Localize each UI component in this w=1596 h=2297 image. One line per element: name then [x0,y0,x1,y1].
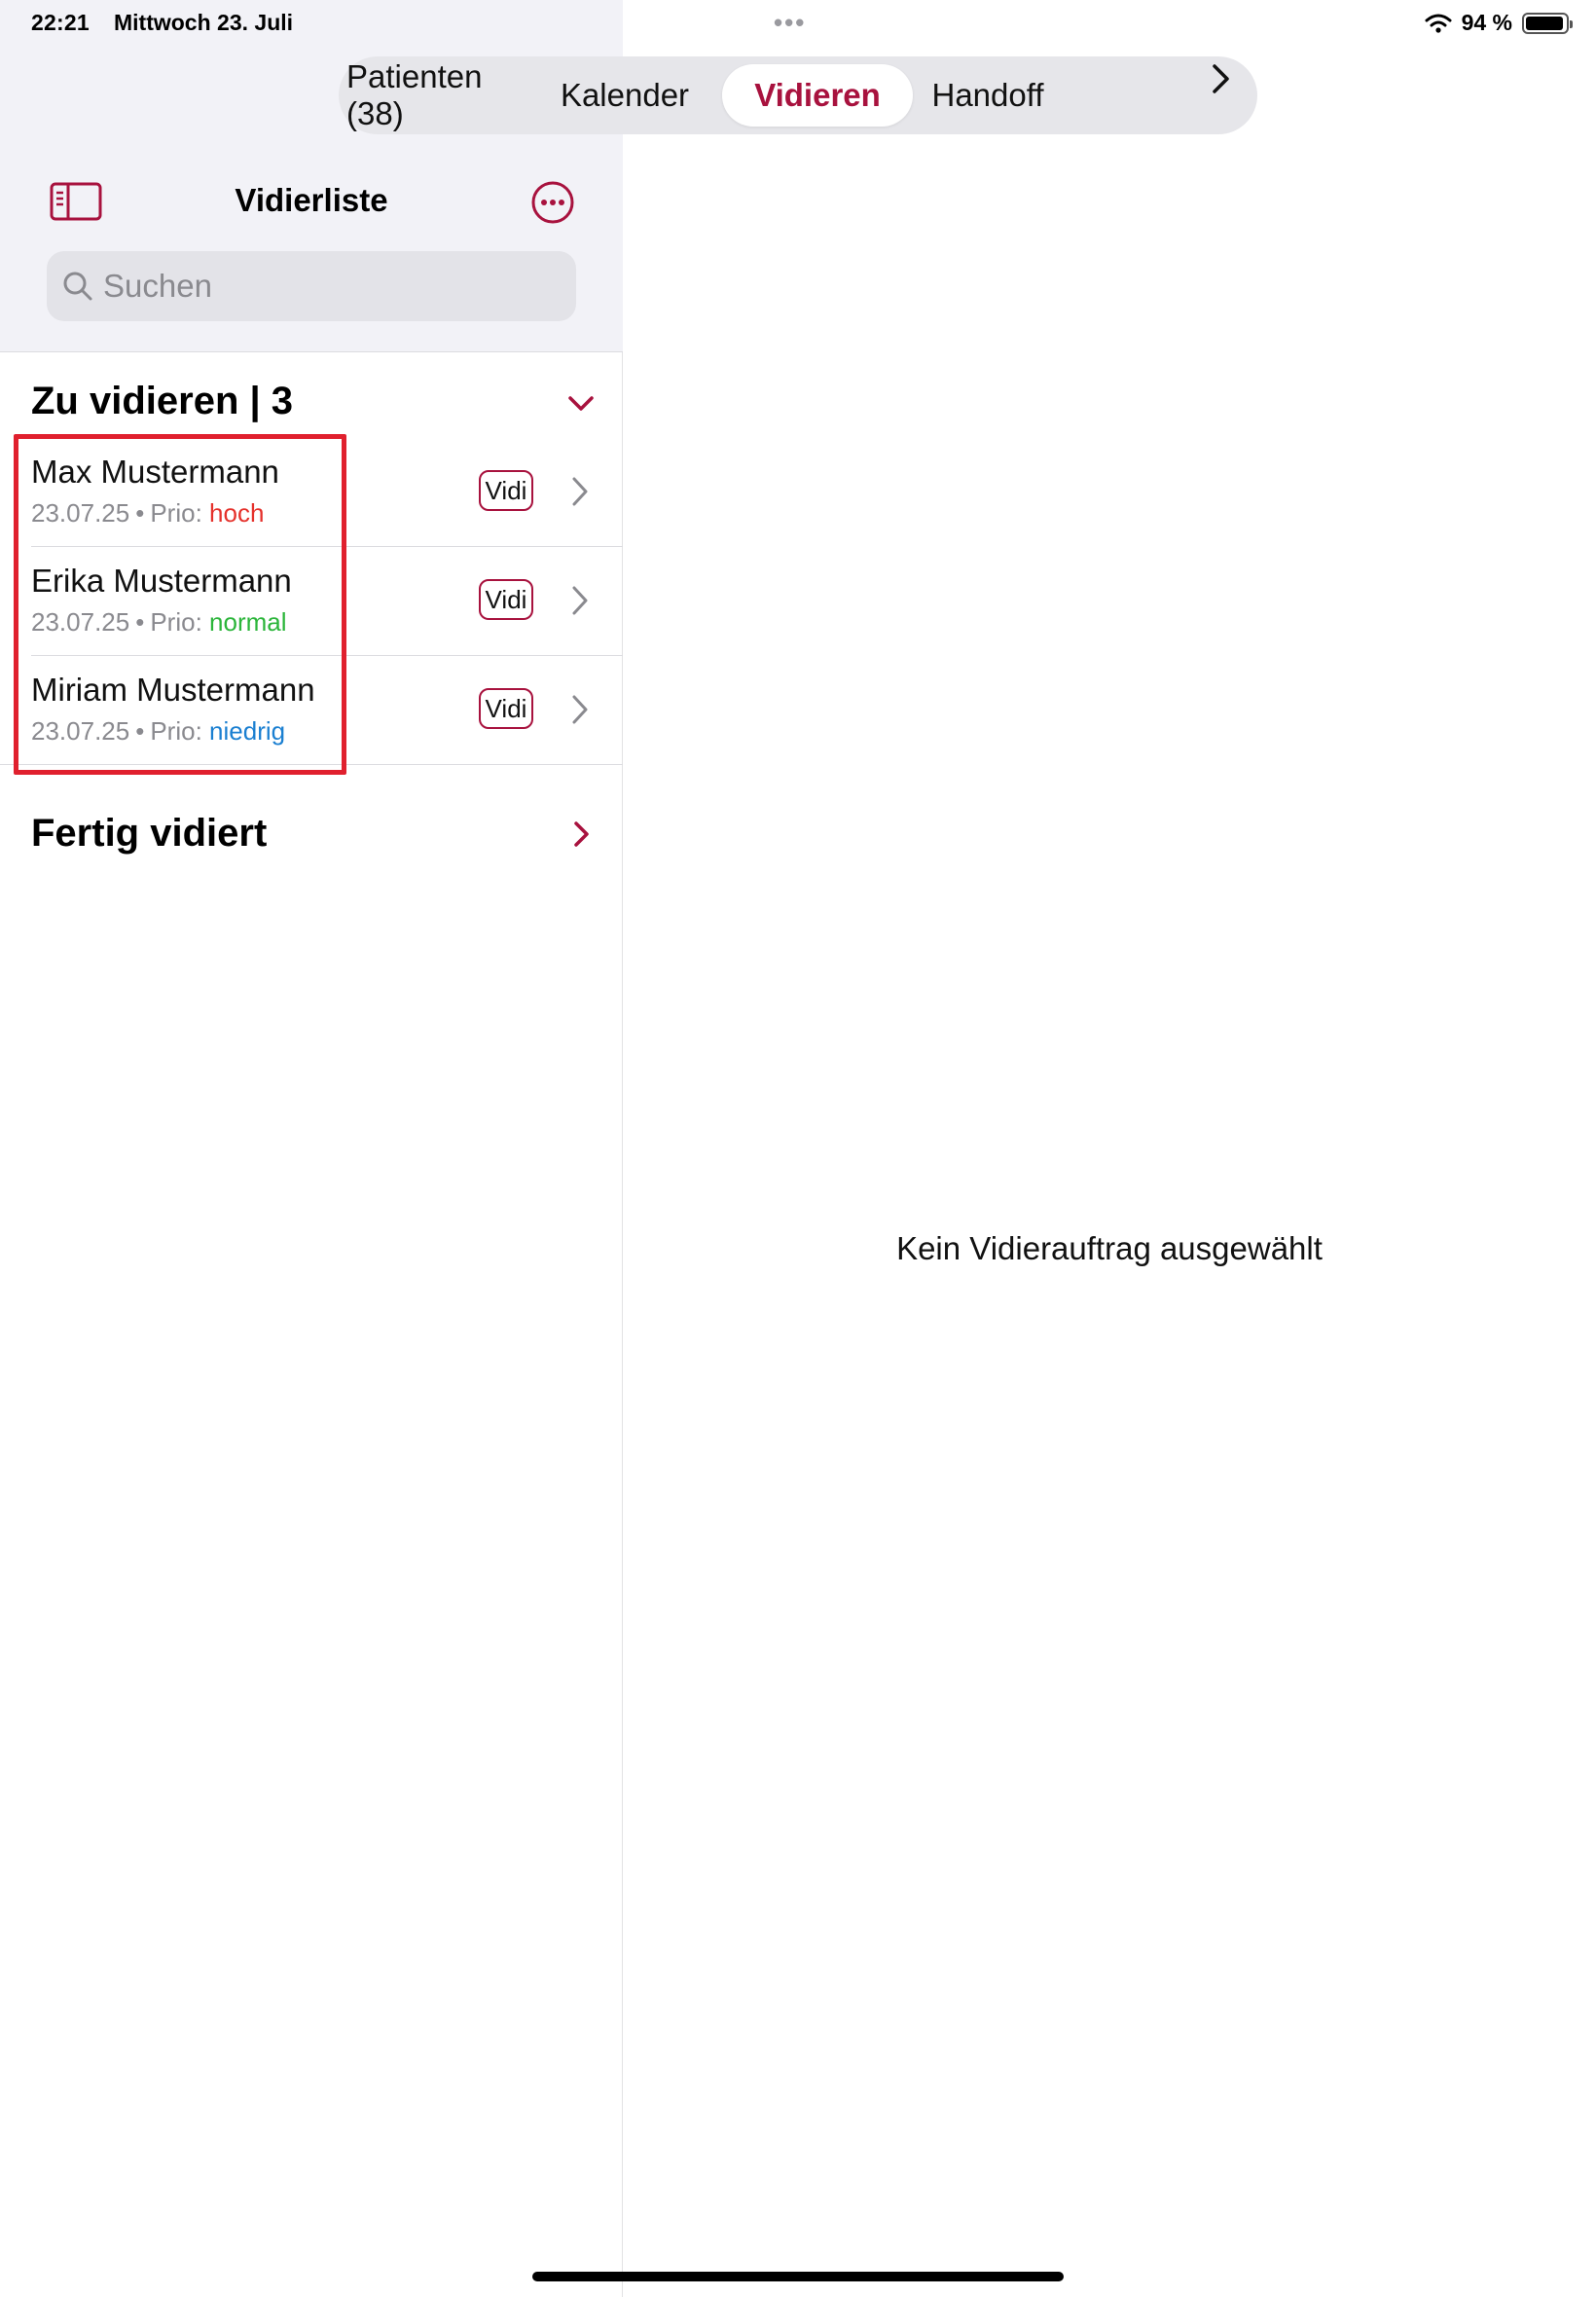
chevron-right-icon[interactable] [572,820,592,849]
chevron-right-icon [572,586,588,615]
multitasking-dots-icon[interactable]: ••• [774,8,806,38]
chevron-down-icon[interactable] [566,393,596,413]
tab-handoff[interactable]: Handoff [917,64,1059,127]
home-indicator[interactable] [532,2272,1064,2281]
battery-icon [1522,12,1573,34]
empty-state-message: Kein Vidierauftrag ausgewählt [896,1230,1323,1266]
chevron-right-icon [572,695,588,724]
search-field[interactable] [47,251,576,321]
wifi-icon [1425,14,1452,33]
tab-patienten[interactable]: Patienten (38) [346,58,527,131]
tab-kalender[interactable]: Kalender [531,64,718,127]
sidebar: 22:21 Mittwoch 23. Juli Vidierliste Such… [0,0,623,2297]
vidi-badge: Vidi [479,688,533,729]
highlight-box [14,434,346,775]
vidi-badge: Vidi [479,579,533,620]
status-date: Mittwoch 23. Juli [114,10,294,35]
section-done-title[interactable]: Fertig vidiert [31,812,267,856]
chevron-right-icon [572,477,588,506]
battery-percent: 94 % [1461,10,1512,35]
chevron-right-icon[interactable] [1207,60,1236,99]
app-screen: 22:21 Mittwoch 23. Juli Vidierliste Such… [0,0,1596,2297]
section-pending-title: Zu vidieren | 3 [31,380,294,422]
search-icon [63,272,92,301]
more-options-icon[interactable] [530,180,575,225]
vidi-badge: Vidi [479,470,533,511]
status-right: 94 % [1425,10,1573,36]
tab-vidieren[interactable]: Vidieren [722,64,913,127]
search-input[interactable] [103,268,551,305]
tab-bar: Patienten (38) Kalender Vidieren Handoff [339,56,1257,134]
battery-fill [1526,16,1563,30]
sidebar-title: Vidierliste [235,182,388,218]
status-time: 22:21 [31,10,90,35]
